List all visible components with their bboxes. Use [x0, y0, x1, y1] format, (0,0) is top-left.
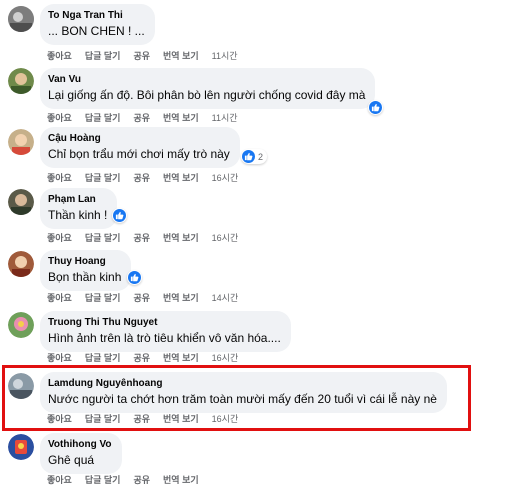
share-button[interactable]: 공유	[133, 172, 150, 184]
comment-author[interactable]: Cậu Hoàng	[48, 132, 230, 145]
comment-actions: 좋아요 답글 달기 공유 번역 보기 16시간	[47, 413, 238, 425]
comment-time[interactable]: 16시간	[212, 232, 239, 244]
like-button[interactable]: 좋아요	[47, 50, 72, 62]
comment-actions: 좋아요 답글 달기 공유 번역 보기 11시간	[47, 112, 238, 124]
comment-time[interactable]: 16시간	[212, 352, 239, 364]
comment-text: Nước người ta chớt hơn trăm toàn mười mấ…	[48, 392, 437, 406]
like-button[interactable]: 좋아요	[47, 474, 72, 486]
share-button[interactable]: 공유	[133, 413, 150, 425]
translate-button[interactable]: 번역 보기	[163, 352, 199, 364]
comment-author[interactable]: Lamdung Nguyênhoang	[48, 377, 437, 390]
avatar[interactable]	[8, 312, 34, 338]
reply-button[interactable]: 답글 달기	[85, 232, 121, 244]
like-button[interactable]: 좋아요	[47, 292, 72, 304]
translate-button[interactable]: 번역 보기	[163, 413, 199, 425]
comment-time[interactable]: 11시간	[212, 50, 238, 62]
share-button[interactable]: 공유	[133, 232, 150, 244]
comment-text: Ghê quá	[48, 453, 95, 467]
translate-button[interactable]: 번역 보기	[163, 232, 199, 244]
reply-button[interactable]: 답글 달기	[85, 413, 121, 425]
comment-author[interactable]: To Nga Tran Thi	[48, 9, 145, 22]
comment-time[interactable]: 16시간	[212, 413, 239, 425]
translate-button[interactable]: 번역 보기	[163, 172, 199, 184]
share-button[interactable]: 공유	[133, 352, 150, 364]
comment-text: Lại giống ấn độ. Bôi phân bò lên người c…	[48, 88, 366, 102]
comment-bubble: Van Vu Lại giống ấn độ. Bôi phân bò lên …	[40, 68, 376, 109]
comment-bubble: Thuy Hoang Bọn thần kinh	[40, 250, 132, 291]
translate-button[interactable]: 번역 보기	[163, 292, 199, 304]
reply-button[interactable]: 답글 달기	[85, 50, 121, 62]
translate-button[interactable]: 번역 보기	[163, 474, 199, 486]
reaction-badge[interactable]	[368, 100, 383, 115]
avatar[interactable]	[8, 373, 34, 399]
reply-button[interactable]: 답글 달기	[85, 172, 121, 184]
comment-author[interactable]: Phạm Lan	[48, 193, 107, 206]
comment-text: Chỉ bọn trẩu mới chơi mấy trò này	[48, 147, 230, 161]
thumbs-up-icon	[369, 101, 382, 114]
translate-button[interactable]: 번역 보기	[163, 50, 199, 62]
thumbs-up-icon	[113, 209, 126, 222]
reaction-badge[interactable]: 2	[241, 149, 268, 164]
avatar[interactable]	[8, 189, 34, 215]
comment-bubble: Vothihong Vo Ghê quá	[40, 433, 122, 474]
share-button[interactable]: 공유	[133, 112, 150, 124]
comment-text: Thần kinh !	[48, 208, 108, 222]
comment-text: Bọn thần kinh	[48, 270, 122, 284]
comment-author[interactable]: Van Vu	[48, 73, 365, 86]
reply-button[interactable]: 답글 달기	[85, 352, 121, 364]
avatar[interactable]	[8, 251, 34, 277]
reaction-badge[interactable]	[127, 270, 142, 285]
comment-bubble: Lamdung Nguyênhoang Nước người ta chớt h…	[40, 372, 447, 413]
reply-button[interactable]: 답글 달기	[85, 292, 121, 304]
comment-bubble: Truong Thi Thu Nguyet Hình ảnh trên là t…	[40, 311, 291, 352]
comment-author[interactable]: Thuy Hoang	[48, 255, 121, 268]
avatar[interactable]	[8, 68, 34, 94]
reply-button[interactable]: 답글 달기	[85, 112, 121, 124]
comment-bubble: To Nga Tran Thi ... BON CHEN ! ...	[40, 4, 155, 45]
share-button[interactable]: 공유	[133, 474, 150, 486]
share-button[interactable]: 공유	[133, 292, 150, 304]
comment-bubble: Phạm Lan Thần kinh !	[40, 188, 118, 229]
comment-time[interactable]: 16시간	[212, 172, 239, 184]
thumbs-up-icon	[128, 271, 141, 284]
like-button[interactable]: 좋아요	[47, 112, 72, 124]
comment-author[interactable]: Truong Thi Thu Nguyet	[48, 316, 281, 329]
avatar[interactable]	[8, 434, 34, 460]
reaction-count: 2	[258, 151, 264, 162]
translate-button[interactable]: 번역 보기	[163, 112, 199, 124]
comment-text: ... BON CHEN ! ...	[48, 24, 145, 38]
like-button[interactable]: 좋아요	[47, 413, 72, 425]
like-button[interactable]: 좋아요	[47, 352, 72, 364]
comment-actions: 좋아요 답글 달기 공유 번역 보기 14시간	[47, 292, 238, 304]
comment-actions: 좋아요 답글 달기 공유 번역 보기 16시간	[47, 172, 238, 184]
comment-actions: 좋아요 답글 달기 공유 번역 보기	[47, 474, 212, 486]
reply-button[interactable]: 답글 달기	[85, 474, 121, 486]
avatar[interactable]	[8, 6, 34, 32]
comment-time[interactable]: 14시간	[212, 292, 239, 304]
share-button[interactable]: 공유	[133, 50, 150, 62]
avatar[interactable]	[8, 129, 34, 155]
comment-author[interactable]: Vothihong Vo	[48, 438, 112, 451]
comment-bubble: Cậu Hoàng Chỉ bọn trẩu mới chơi mấy trò …	[40, 127, 240, 168]
thumbs-up-icon	[242, 150, 255, 163]
comment-time[interactable]: 11시간	[212, 112, 238, 124]
comment-actions: 좋아요 답글 달기 공유 번역 보기 11시간	[47, 50, 238, 62]
reaction-badge[interactable]	[112, 208, 127, 223]
comment-actions: 좋아요 답글 달기 공유 번역 보기 16시간	[47, 352, 238, 364]
like-button[interactable]: 좋아요	[47, 172, 72, 184]
comment-actions: 좋아요 답글 달기 공유 번역 보기 16시간	[47, 232, 238, 244]
comment-text: Hình ảnh trên là trò tiêu khiển vô văn h…	[48, 331, 281, 345]
like-button[interactable]: 좋아요	[47, 232, 72, 244]
